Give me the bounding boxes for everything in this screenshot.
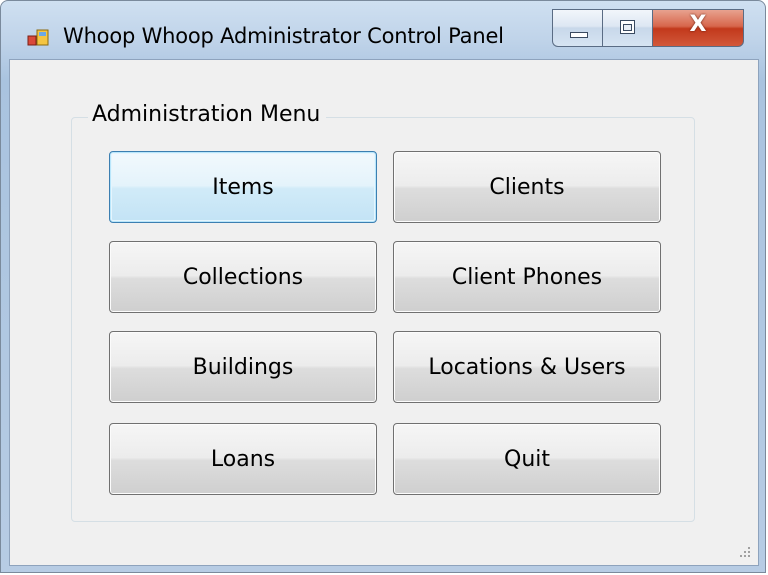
maximize-button[interactable] [602, 9, 652, 47]
resize-grip-icon[interactable] [738, 545, 752, 559]
main-window: Whoop Whoop Administrator Control Panel … [0, 0, 766, 573]
window-title: Whoop Whoop Administrator Control Panel [63, 24, 504, 48]
client-phones-button[interactable]: Client Phones [393, 241, 661, 313]
collections-button[interactable]: Collections [109, 241, 377, 313]
buildings-button[interactable]: Buildings [109, 331, 377, 403]
quit-button[interactable]: Quit [393, 423, 661, 495]
items-button[interactable]: Items [109, 151, 377, 223]
close-button[interactable]: X [652, 9, 744, 47]
minimize-button[interactable] [552, 9, 602, 47]
client-area: Administration Menu Items Clients Collec… [9, 59, 759, 566]
groupbox-label: Administration Menu [88, 102, 327, 127]
app-icon[interactable] [27, 29, 49, 47]
loans-button[interactable]: Loans [109, 423, 377, 495]
maximize-icon [620, 20, 635, 34]
clients-button[interactable]: Clients [393, 151, 661, 223]
caption-buttons: X [552, 9, 744, 49]
close-icon: X [689, 12, 707, 37]
locations-users-button[interactable]: Locations & Users [393, 331, 661, 403]
title-bar[interactable]: Whoop Whoop Administrator Control Panel … [1, 1, 765, 59]
minimize-icon [570, 32, 588, 38]
